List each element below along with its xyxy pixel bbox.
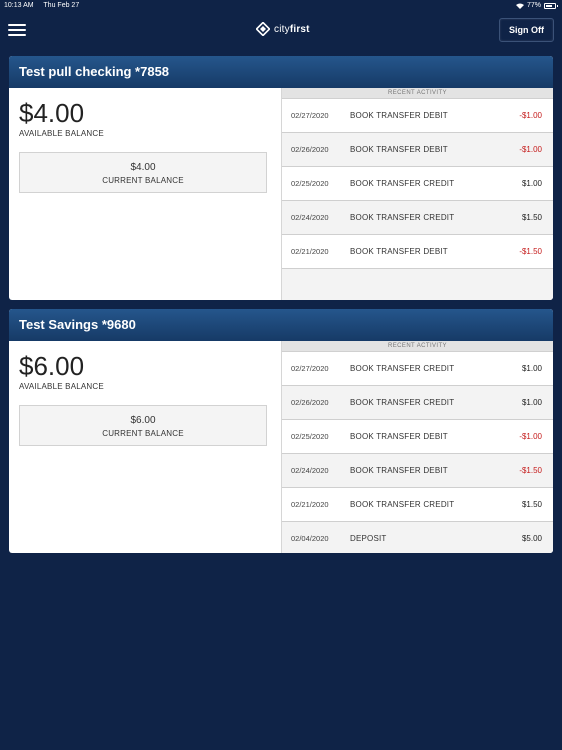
transaction-amount: $1.00 xyxy=(521,398,542,407)
recent-activity-title: RECENT ACTIVITY xyxy=(282,88,553,99)
recent-activity-pane: RECENT ACTIVITY 02/27/2020 BOOK TRANSFER … xyxy=(281,88,553,300)
transaction-date: 02/26/2020 xyxy=(291,145,329,154)
transaction-row[interactable]: 02/25/2020 BOOK TRANSFER DEBIT -$1.00 xyxy=(282,420,553,454)
transaction-description: BOOK TRANSFER CREDIT xyxy=(350,179,455,188)
current-balance-amount: $4.00 xyxy=(130,162,156,173)
transaction-description: BOOK TRANSFER DEBIT xyxy=(350,145,448,154)
logo-diamond-icon xyxy=(255,21,271,37)
status-bar: 10:13 AM Thu Feb 27 77% xyxy=(0,0,562,12)
account-card-checking[interactable]: Test pull checking *7858 $4.00 AVAILABLE… xyxy=(9,56,553,300)
transaction-date: 02/25/2020 xyxy=(291,179,329,188)
transaction-date: 02/24/2020 xyxy=(291,466,329,475)
current-balance-label: CURRENT BALANCE xyxy=(102,429,184,438)
available-balance-amount: $6.00 xyxy=(19,351,85,381)
transaction-row[interactable]: 02/21/2020 BOOK TRANSFER DEBIT -$1.50 xyxy=(282,235,553,269)
transaction-description: BOOK TRANSFER CREDIT xyxy=(350,500,455,509)
transaction-amount: -$1.50 xyxy=(519,247,542,256)
current-balance-box: $6.00 CURRENT BALANCE xyxy=(19,405,267,446)
transaction-amount: -$1.00 xyxy=(519,111,542,120)
transaction-row[interactable]: 02/21/2020 BOOK TRANSFER CREDIT $1.50 xyxy=(282,488,553,522)
transaction-row[interactable]: 02/27/2020 BOOK TRANSFER CREDIT $1.00 xyxy=(282,352,553,386)
transaction-description: BOOK TRANSFER CREDIT xyxy=(350,364,455,373)
transaction-date: 02/04/2020 xyxy=(291,534,329,543)
transaction-date: 02/21/2020 xyxy=(291,247,329,256)
transaction-description: BOOK TRANSFER DEBIT xyxy=(350,432,448,441)
current-balance-box: $4.00 CURRENT BALANCE xyxy=(19,152,267,193)
available-balance-label: AVAILABLE BALANCE xyxy=(19,129,104,138)
sign-off-button[interactable]: Sign Off xyxy=(499,18,554,42)
transaction-list: 02/27/2020 BOOK TRANSFER DEBIT -$1.00 02/26… xyxy=(282,99,553,269)
transaction-description: BOOK TRANSFER CREDIT xyxy=(350,398,455,407)
recent-activity-title: RECENT ACTIVITY xyxy=(282,341,553,352)
transaction-date: 02/27/2020 xyxy=(291,111,329,120)
transaction-amount: $1.00 xyxy=(521,364,542,373)
transaction-amount: $1.50 xyxy=(521,500,542,509)
transaction-date: 02/26/2020 xyxy=(291,398,329,407)
hamburger-menu-icon[interactable] xyxy=(8,21,26,37)
transaction-amount: -$1.50 xyxy=(519,466,542,475)
transaction-date: 02/25/2020 xyxy=(291,432,329,441)
status-time: 10:13 AM xyxy=(4,2,34,9)
transaction-description: BOOK TRANSFER CREDIT xyxy=(350,213,455,222)
transaction-date: 02/21/2020 xyxy=(291,500,329,509)
transaction-description: BOOK TRANSFER DEBIT xyxy=(350,466,448,475)
transaction-amount: $1.50 xyxy=(521,213,542,222)
recent-activity-pane: RECENT ACTIVITY 02/27/2020 BOOK TRANSFER … xyxy=(281,341,553,553)
transaction-date: 02/27/2020 xyxy=(291,364,329,373)
account-card-savings[interactable]: Test Savings *9680 $6.00 AVAILABLE BALAN… xyxy=(9,309,553,553)
transaction-row[interactable]: 02/25/2020 BOOK TRANSFER CREDIT $1.00 xyxy=(282,167,553,201)
transaction-row[interactable]: 02/24/2020 BOOK TRANSFER DEBIT -$1.50 xyxy=(282,454,553,488)
wifi-icon xyxy=(515,3,524,9)
app-header: cityfirst Sign Off xyxy=(0,12,562,48)
transaction-row[interactable]: 02/26/2020 BOOK TRANSFER CREDIT $1.00 xyxy=(282,386,553,420)
transaction-description: BOOK TRANSFER DEBIT xyxy=(350,247,448,256)
transaction-amount: $1.00 xyxy=(521,179,542,188)
transaction-row[interactable]: 02/04/2020 DEPOSIT $5.00 xyxy=(282,522,553,553)
cityfirst-logo: cityfirst xyxy=(255,21,310,37)
account-title[interactable]: Test Savings *9680 xyxy=(9,309,553,341)
transaction-row[interactable]: 02/24/2020 BOOK TRANSFER CREDIT $1.50 xyxy=(282,201,553,235)
transaction-row[interactable]: 02/27/2020 BOOK TRANSFER DEBIT -$1.00 xyxy=(282,99,553,133)
current-balance-amount: $6.00 xyxy=(130,415,156,426)
transaction-amount: $5.00 xyxy=(521,534,542,543)
status-battery-text: 77% xyxy=(526,2,541,9)
transaction-description: BOOK TRANSFER DEBIT xyxy=(350,111,448,120)
account-title[interactable]: Test pull checking *7858 xyxy=(9,56,553,88)
transaction-amount: -$1.00 xyxy=(519,145,542,154)
logo-text: cityfirst xyxy=(274,23,310,35)
transaction-row[interactable]: 02/26/2020 BOOK TRANSFER DEBIT -$1.00 xyxy=(282,133,553,167)
transaction-description: DEPOSIT xyxy=(350,534,387,543)
transaction-list: 02/27/2020 BOOK TRANSFER CREDIT $1.00 02/26… xyxy=(282,352,553,553)
available-balance-amount: $4.00 xyxy=(19,98,85,128)
available-balance-label: AVAILABLE BALANCE xyxy=(19,382,104,391)
status-date: Thu Feb 27 xyxy=(43,2,80,9)
transaction-amount: -$1.00 xyxy=(519,432,542,441)
transaction-date: 02/24/2020 xyxy=(291,213,329,222)
battery-icon xyxy=(544,2,558,9)
current-balance-label: CURRENT BALANCE xyxy=(102,176,184,185)
